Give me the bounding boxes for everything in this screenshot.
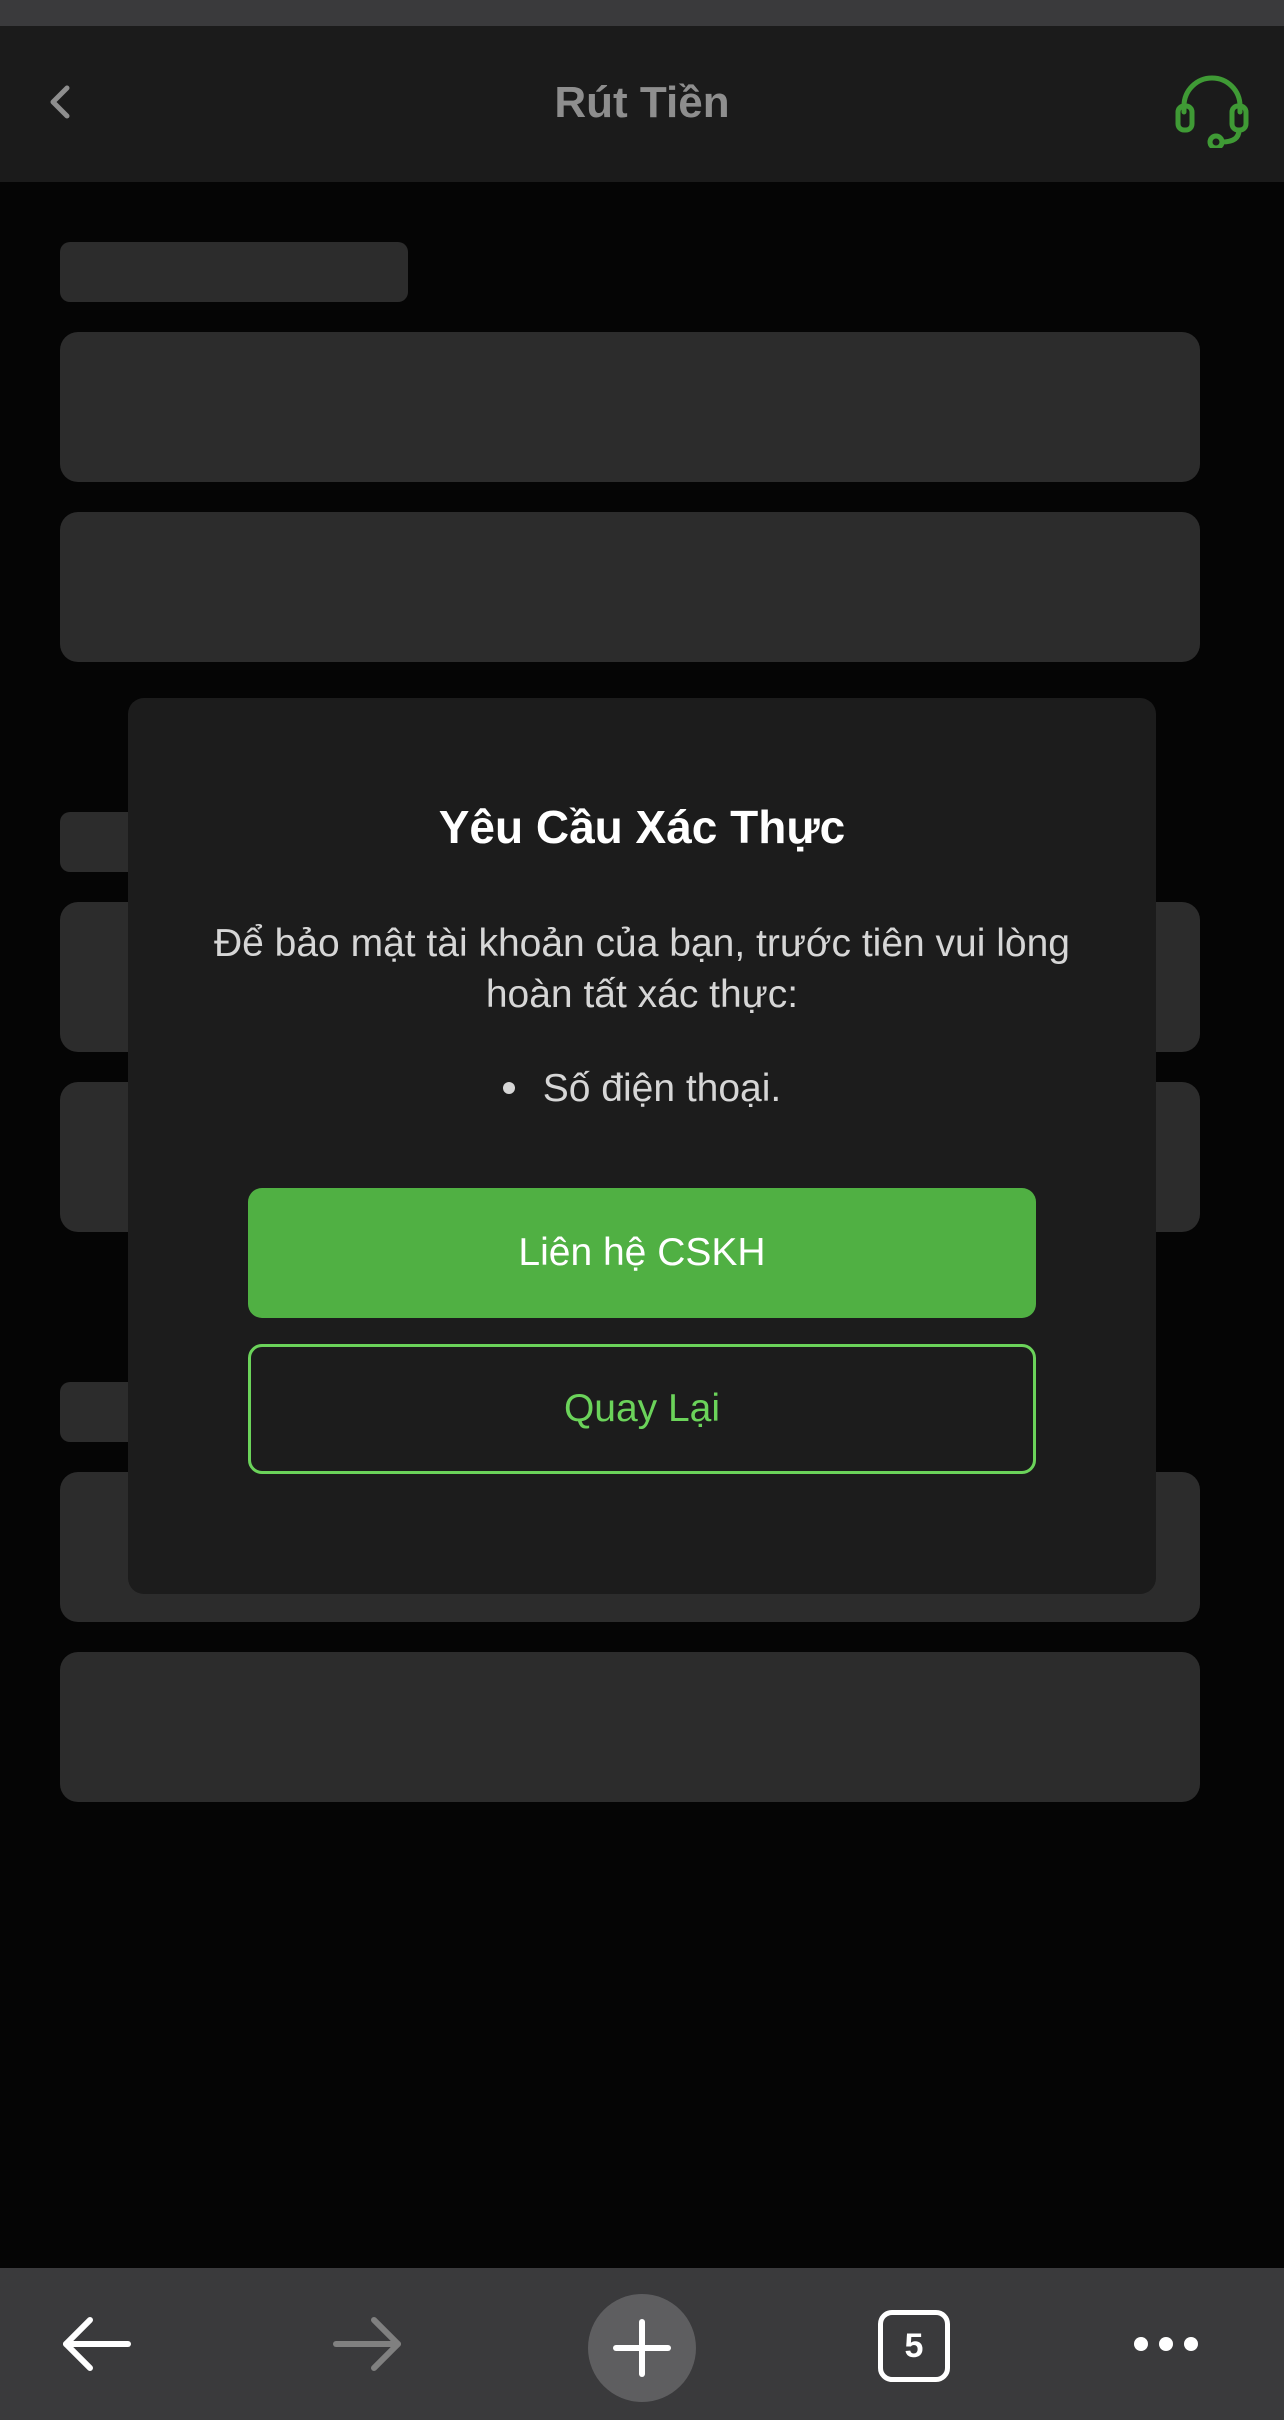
requirement-text: Số điện thoại. — [542, 1067, 782, 1110]
skeleton-field — [60, 1652, 1200, 1802]
dialog-message: Để bảo mật tài khoản của bạn, trước tiên… — [213, 922, 1070, 1016]
withdraw-page: Rút Tiền Yêu Cầu Xác Thực Để bảo mật tài… — [0, 0, 1284, 2420]
arrow-left-icon — [63, 2317, 131, 2371]
browser-toolbar: 5 — [0, 2268, 1284, 2420]
skeleton-label — [60, 242, 408, 302]
arrow-right-icon — [333, 2317, 401, 2371]
plus-icon — [613, 2319, 671, 2377]
app-header: Rút Tiền — [0, 26, 1284, 182]
contact-support-button[interactable]: Liên hệ CSKH — [248, 1188, 1036, 1318]
tab-count: 5 — [878, 2310, 950, 2382]
new-tab-button[interactable] — [588, 2294, 696, 2402]
more-menu-button[interactable] — [1120, 2304, 1212, 2384]
page-title: Rút Tiền — [554, 78, 730, 127]
requirement-list: Số điện thoại. — [128, 1064, 1156, 1114]
bullet-icon — [502, 1081, 515, 1094]
tab-switcher-button[interactable]: 5 — [876, 2308, 952, 2384]
go-back-button[interactable]: Quay Lại — [248, 1344, 1036, 1474]
browser-back-button[interactable] — [48, 2304, 144, 2384]
skeleton-field — [60, 332, 1200, 482]
requirement-item: Số điện thoại. — [502, 1064, 782, 1114]
verification-dialog: Yêu Cầu Xác Thực Để bảo mật tài khoản củ… — [128, 698, 1156, 1594]
customer-support-button[interactable] — [1168, 66, 1256, 154]
more-horizontal-icon — [1134, 2337, 1198, 2351]
skeleton-field — [60, 512, 1200, 662]
headset-icon — [1175, 75, 1249, 148]
dialog-title: Yêu Cầu Xác Thực — [438, 801, 846, 853]
status-bar — [0, 0, 1284, 26]
browser-forward-button[interactable] — [320, 2304, 416, 2384]
